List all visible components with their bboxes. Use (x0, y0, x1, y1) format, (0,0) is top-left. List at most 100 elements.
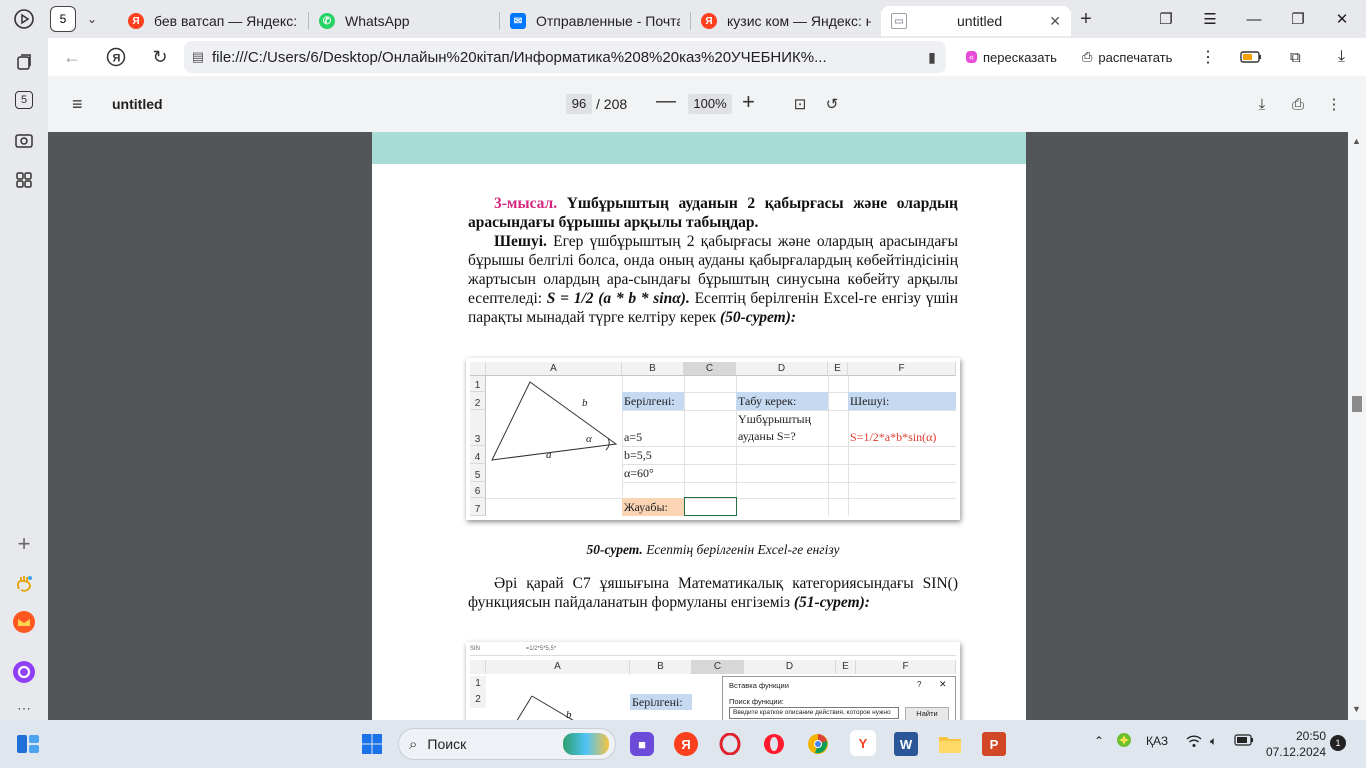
fit-page-icon[interactable]: ⊡ (790, 94, 810, 114)
col-header-d: D (736, 362, 828, 376)
cell-f3-formula: S=1/2*a*b*sin(α) (850, 430, 937, 444)
tab-mail-sent[interactable]: ✉ Отправленные - Почта М (500, 6, 690, 36)
opera-gx-icon[interactable] (762, 732, 786, 756)
volume-icon[interactable]: 🔈︎ (1210, 734, 1217, 749)
page-number-input[interactable]: 96 (566, 94, 592, 114)
caption-label: 50-сурет. (586, 542, 643, 557)
back-arrow-icon[interactable]: ← (54, 39, 90, 75)
yandex-logo-icon[interactable]: Я (98, 39, 134, 75)
whatsapp-icon: ✆ (319, 13, 335, 29)
row-header-4: 4 (470, 446, 486, 464)
wifi-icon[interactable] (1186, 734, 1202, 751)
row-header-6: 6 (470, 482, 486, 498)
yandex-app-icon[interactable]: Я (674, 732, 698, 756)
example-paragraph: 3-мысал. Үшбұрыштың ауданын 2 қабырғасы … (468, 194, 958, 232)
figure-ref-51: (51-сурет): (793, 594, 870, 611)
hand-paint-icon[interactable] (12, 572, 36, 596)
tab-count-button[interactable]: 5 (50, 6, 76, 32)
notification-badge[interactable]: 1 (1330, 735, 1346, 751)
pdf-menu-icon[interactable]: ≡ (72, 94, 83, 115)
solution-paragraph: Шешуі. Егер үшбұрыштың 2 қабырғасы және … (468, 232, 958, 327)
new-tab-plus-icon[interactable]: + (1071, 4, 1101, 34)
reload-icon[interactable]: ↻ (142, 39, 178, 75)
windows-start-icon[interactable] (360, 732, 384, 756)
tray-app-icon[interactable] (1116, 732, 1132, 751)
print-button[interactable]: ⎙ распечатать (1074, 43, 1180, 71)
pdf-title: untitled (112, 96, 163, 112)
triangle-label-alpha: α (586, 433, 592, 445)
video-meet-icon[interactable]: ■ (630, 732, 654, 756)
battery-icon[interactable] (1234, 734, 1254, 749)
yandex-browser-active-icon[interactable]: Y (850, 730, 876, 756)
zoom-in-icon[interactable]: + (742, 89, 755, 115)
word-icon[interactable]: W (894, 732, 918, 756)
grid-line (622, 464, 956, 465)
menu-hamburger-icon[interactable]: ☰ (1188, 0, 1232, 38)
close-window-icon[interactable]: ✕ (1320, 0, 1364, 38)
row-header-2: 2 (470, 692, 486, 708)
sidebar-tab-count-icon[interactable]: 5 (12, 88, 36, 112)
widgets-icon[interactable] (16, 732, 40, 756)
insert-function-dialog: Вставка функции ? ✕ Поиск функции: Введи… (722, 676, 956, 720)
tray-chevron-up-icon[interactable]: ⌃ (1094, 734, 1104, 748)
opera-icon[interactable] (718, 732, 742, 756)
add-service-plus-icon[interactable]: + (12, 531, 36, 556)
rotate-icon[interactable]: ↺ (822, 94, 842, 114)
battery-saver-icon[interactable] (1232, 43, 1270, 71)
file-explorer-icon[interactable] (938, 732, 962, 756)
restore-icon[interactable]: ❐ (1276, 0, 1320, 38)
close-tab-icon[interactable]: ✕ (1049, 13, 1061, 30)
next-text: Әрі қарай С7 ұяшығына Математикалық кате… (468, 575, 958, 611)
cell-b3-a: a=5 (624, 430, 643, 444)
pdf-document-area[interactable]: 3-мысал. Үшбұрыштың ауданын 2 қабырғасы … (48, 132, 1348, 720)
download-icon[interactable]: ⤓ (1252, 94, 1272, 114)
name-box: SIN (470, 646, 481, 652)
chromium-browser-icon[interactable] (806, 732, 830, 756)
cell-b5-alpha: α=60° (624, 466, 654, 480)
corner-cell (470, 362, 486, 376)
apps-grid-icon[interactable] (12, 168, 36, 192)
more-vertical-icon[interactable]: ⋮ (1192, 43, 1224, 71)
scroll-up-arrow-icon[interactable]: ▲ (1352, 136, 1361, 146)
mail-envelope-icon[interactable] (12, 610, 36, 634)
extensions-puzzle-icon[interactable]: ⧉ (1282, 43, 1309, 71)
powerpoint-icon[interactable]: P (982, 732, 1006, 756)
collections-icon[interactable]: ❐ (1144, 0, 1188, 38)
tab-untitled-active[interactable]: ▭ untitled ✕ (881, 6, 1071, 36)
language-indicator[interactable]: ҚАЗ (1146, 734, 1168, 748)
retell-button[interactable]: « пересказать (958, 43, 1065, 71)
alice-assistant-icon[interactable] (12, 660, 36, 684)
url-bar[interactable]: ▤ file:///C:/Users/6/Desktop/Онлайын%20к… (184, 41, 946, 73)
tab-whatsapp[interactable]: ✆ WhatsApp (309, 6, 499, 36)
col-header-b: B (622, 362, 684, 376)
mail-icon: ✉ (510, 13, 526, 29)
taskbar-search[interactable]: ⌕ Поиск (398, 728, 616, 760)
bookmark-icon[interactable]: ▮ (918, 49, 946, 66)
downloads-icon[interactable]: ⤓ (1330, 43, 1353, 71)
yandex-sidebar-play-icon[interactable] (0, 0, 48, 38)
screenshot-camera-icon[interactable] (12, 128, 36, 152)
file-page-icon: ▤ (191, 49, 205, 64)
scroll-down-arrow-icon[interactable]: ▼ (1352, 704, 1361, 714)
sidebar-more-icon[interactable]: ⋯ (12, 696, 36, 720)
more-options-icon[interactable]: ⋮ (1324, 94, 1344, 114)
triangle-label-a: a (546, 449, 552, 461)
dialog-close-icon: ✕ (939, 679, 947, 689)
tab-yandex-search-1[interactable]: Я бев ватсап — Яндекс: на (118, 6, 308, 36)
collections-sidebar-icon[interactable] (12, 50, 36, 74)
print-icon[interactable]: ⎙ (1288, 94, 1308, 114)
scroll-thumb[interactable] (1352, 396, 1362, 412)
tabs-dropdown-chevron-icon[interactable]: ⌄ (80, 6, 104, 32)
url-text[interactable]: file:///C:/Users/6/Desktop/Онлайын%20кіт… (212, 49, 918, 66)
example-label: 3-мысал. (494, 195, 558, 212)
yandex-left-sidebar: 5 + ⋯ (0, 38, 48, 720)
zoom-out-icon[interactable]: — (656, 90, 676, 113)
cell-b7-answer: Жауабы: (622, 498, 684, 516)
zoom-level-input[interactable]: 100% (688, 94, 732, 114)
taskbar-clock[interactable]: 20:50 07.12.2024 (1262, 728, 1326, 760)
cell-d3-line2: ауданы S=? (738, 429, 796, 443)
tab-yandex-search-2[interactable]: Я кузис ком — Яндекс: на (691, 6, 881, 36)
vertical-scrollbar[interactable]: ▲ ▼ (1348, 132, 1366, 720)
minimize-icon[interactable]: — (1232, 0, 1276, 38)
page-header-band (372, 132, 1026, 164)
